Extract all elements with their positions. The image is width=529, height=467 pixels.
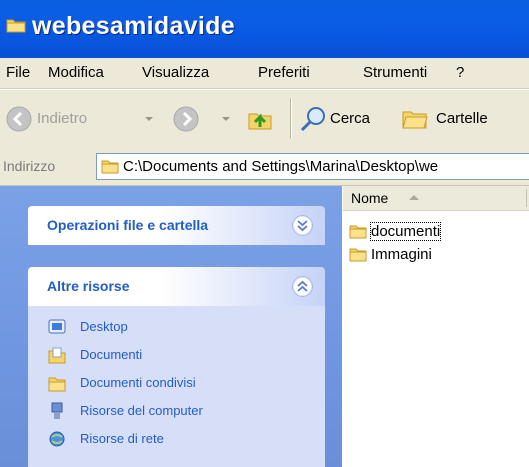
back-dropdown-icon[interactable] <box>145 117 153 121</box>
file-list[interactable]: Nome documenti Immagini <box>343 186 529 467</box>
link-label: Risorse di rete <box>80 431 164 446</box>
network-places-icon <box>49 431 65 447</box>
menu-edit[interactable]: Modifica <box>48 64 104 81</box>
forward-arrow-icon <box>173 106 199 132</box>
up-folder-icon[interactable] <box>246 105 274 133</box>
address-value: C:\Documents and Settings\Marina\Desktop… <box>123 158 439 175</box>
title-bar[interactable]: webesamidavide <box>0 0 529 58</box>
item-name: documenti <box>369 222 442 241</box>
column-header-name[interactable]: Nome <box>343 186 529 211</box>
link-label: Risorse del computer <box>80 403 203 418</box>
collapse-button[interactable] <box>292 276 313 297</box>
address-input[interactable]: C:\Documents and Settings\Marina\Desktop… <box>96 153 529 180</box>
toolbar: Indietro Cerca Cartelle <box>0 89 529 149</box>
link-label: Documenti <box>80 347 143 362</box>
menu-file[interactable]: File <box>6 64 30 81</box>
folder-icon <box>6 19 26 33</box>
back-arrow-icon <box>6 106 32 132</box>
menu-help[interactable]: ? <box>456 64 464 81</box>
menu-view[interactable]: Visualizza <box>142 64 209 81</box>
folders-label: Cartelle <box>436 110 488 127</box>
other-places-header[interactable]: Altre risorse <box>28 267 325 306</box>
forward-dropdown-icon[interactable] <box>222 117 230 121</box>
back-button[interactable]: Indietro <box>3 100 153 138</box>
chevron-up-icon <box>297 280 308 292</box>
address-bar: Indirizzo C:\Documents and Settings\Mari… <box>0 148 529 186</box>
menu-tools[interactable]: Strumenti <box>363 64 427 81</box>
search-button[interactable]: Cerca <box>297 100 387 138</box>
folders-button[interactable]: Cartelle <box>399 100 527 138</box>
shared-folder-icon <box>48 377 66 392</box>
menu-bar: File Modifica Visualizza Preferiti Strum… <box>0 58 529 89</box>
file-folder-tasks-header[interactable]: Operazioni file e cartella <box>28 206 325 245</box>
search-icon <box>300 107 325 132</box>
folders-icon <box>402 111 428 129</box>
column-divider[interactable] <box>526 189 527 207</box>
link-label: Documenti condivisi <box>80 375 196 390</box>
other-places-panel: Desktop Documenti Documenti condivisi Ri… <box>28 306 325 467</box>
expand-button[interactable] <box>292 215 313 236</box>
folder-icon <box>349 248 367 262</box>
search-label: Cerca <box>330 110 371 127</box>
item-name: Immagini <box>371 246 432 263</box>
column-name-label: Nome <box>351 190 389 206</box>
window-title: webesamidavide <box>32 12 235 40</box>
menu-favorites[interactable]: Preferiti <box>258 64 310 81</box>
desktop-icon <box>48 319 66 334</box>
back-label: Indietro <box>37 110 88 127</box>
sort-ascending-icon <box>409 195 419 200</box>
folder-icon <box>349 225 367 239</box>
documents-folder-icon <box>48 347 66 364</box>
my-computer-icon <box>51 402 63 419</box>
chevron-down-icon <box>297 220 308 232</box>
panel-title: Operazioni file e cartella <box>47 217 209 233</box>
folder-icon <box>101 160 119 174</box>
panel-title: Altre risorse <box>47 278 130 294</box>
link-label: Desktop <box>80 319 128 334</box>
toolbar-separator <box>290 98 291 138</box>
forward-button[interactable] <box>170 100 230 138</box>
address-label: Indirizzo <box>3 158 56 174</box>
